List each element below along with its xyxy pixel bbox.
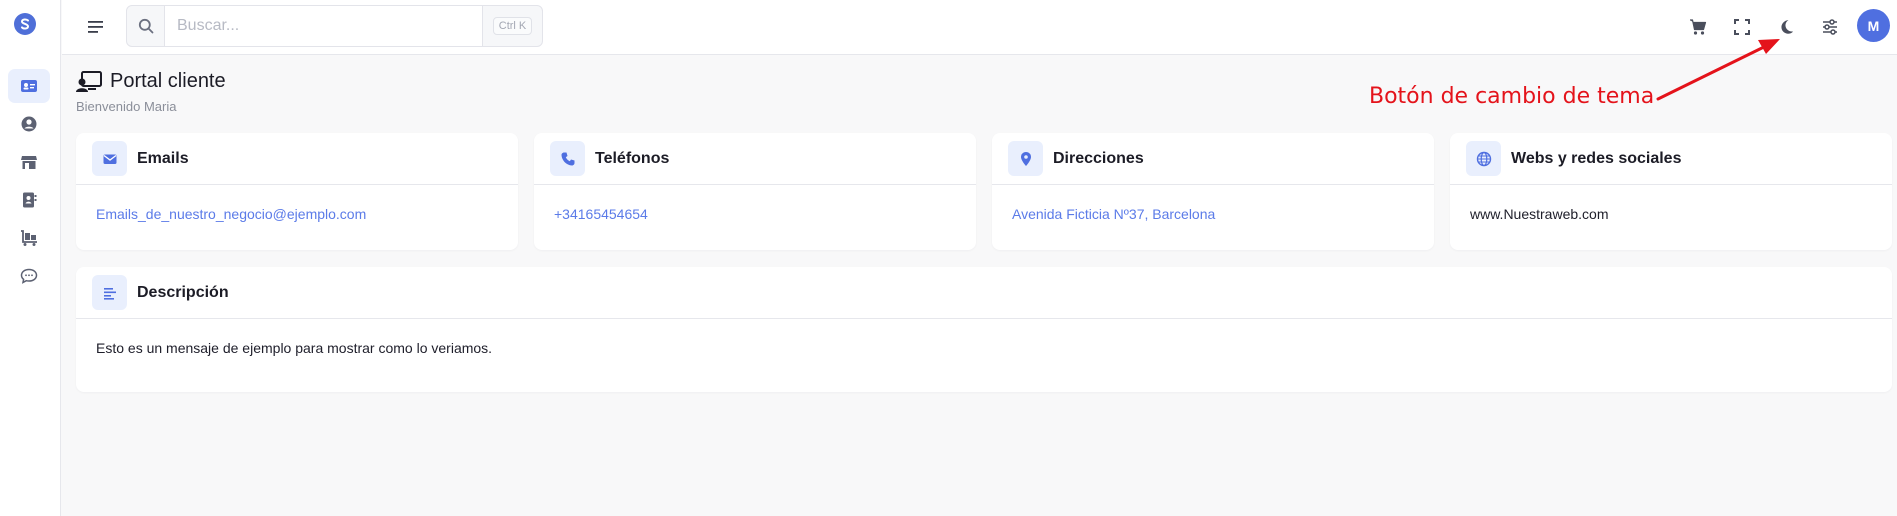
- location-pin-icon: [1008, 141, 1043, 176]
- webs-card: Webs y redes sociales www.Nuestraweb.com: [1450, 133, 1892, 250]
- description-card: Descripción Esto es un mensaje de ejempl…: [76, 267, 1892, 392]
- annotation-arrow-icon: [1656, 39, 1780, 101]
- email-icon: [92, 141, 127, 176]
- fullscreen-icon: [1734, 19, 1750, 35]
- annotation-label: Botón de cambio de tema: [1369, 84, 1655, 109]
- page-heading: Portal cliente Bienvenido Maria: [76, 70, 226, 114]
- top-header: Ctrl K M: [62, 0, 1897, 55]
- menu-toggle-button[interactable]: [84, 15, 108, 39]
- phone-link[interactable]: +34165454654: [554, 206, 648, 222]
- description-title: Descripción: [137, 283, 229, 301]
- sidebar-item-contact-card[interactable]: [8, 69, 50, 103]
- user-circle-icon: [21, 116, 37, 132]
- phones-card: Teléfonos +34165454654: [534, 133, 976, 250]
- sidebar-item-store[interactable]: [8, 145, 50, 179]
- search-box: Ctrl K: [126, 5, 543, 47]
- address-link[interactable]: Avenida Ficticia Nº37, Barcelona: [1012, 206, 1215, 222]
- page-title: Portal cliente: [110, 70, 226, 92]
- chat-icon: [20, 268, 38, 284]
- emails-card: Emails Emails_de_nuestro_negocio@ejemplo…: [76, 133, 518, 250]
- description-text: Esto es un mensaje de ejemplo para mostr…: [96, 340, 493, 356]
- cart-icon: [1690, 19, 1707, 35]
- search-shortcut-label: Ctrl K: [492, 17, 533, 35]
- user-avatar[interactable]: M: [1857, 9, 1890, 42]
- globe-icon: [1466, 141, 1501, 176]
- moon-icon: [1781, 20, 1793, 34]
- store-icon: [21, 156, 37, 169]
- emails-title: Emails: [137, 149, 189, 167]
- app-logo-icon[interactable]: [14, 13, 36, 35]
- search-shortcut-hint: Ctrl K: [482, 6, 542, 46]
- addresses-title: Direcciones: [1053, 149, 1144, 167]
- sidebar-item-profile[interactable]: [8, 107, 50, 141]
- phone-icon: [550, 141, 585, 176]
- webs-title: Webs y redes sociales: [1511, 149, 1682, 167]
- sidebar-item-chat[interactable]: [8, 259, 50, 293]
- sidebar-item-contacts[interactable]: [8, 183, 50, 217]
- web-link[interactable]: www.Nuestraweb.com: [1470, 206, 1609, 222]
- page-subtitle: Bienvenido Maria: [76, 99, 177, 114]
- text-lines-icon: [92, 275, 127, 310]
- sliders-icon: [1823, 19, 1837, 35]
- phones-title: Teléfonos: [595, 149, 670, 167]
- cart-dolly-icon: [21, 230, 37, 246]
- sidebar-item-orders[interactable]: [8, 221, 50, 255]
- hamburger-icon: [88, 21, 103, 33]
- address-book-icon: [23, 192, 37, 208]
- contact-card-icon: [21, 80, 37, 92]
- presentation-user-icon: [76, 70, 102, 92]
- settings-button[interactable]: [1816, 13, 1844, 41]
- addresses-card: Direcciones Avenida Ficticia Nº37, Barce…: [992, 133, 1434, 250]
- search-input[interactable]: [165, 6, 482, 46]
- sidebar: [0, 0, 61, 516]
- search-icon[interactable]: [127, 6, 165, 46]
- email-link[interactable]: Emails_de_nuestro_negocio@ejemplo.com: [96, 206, 366, 222]
